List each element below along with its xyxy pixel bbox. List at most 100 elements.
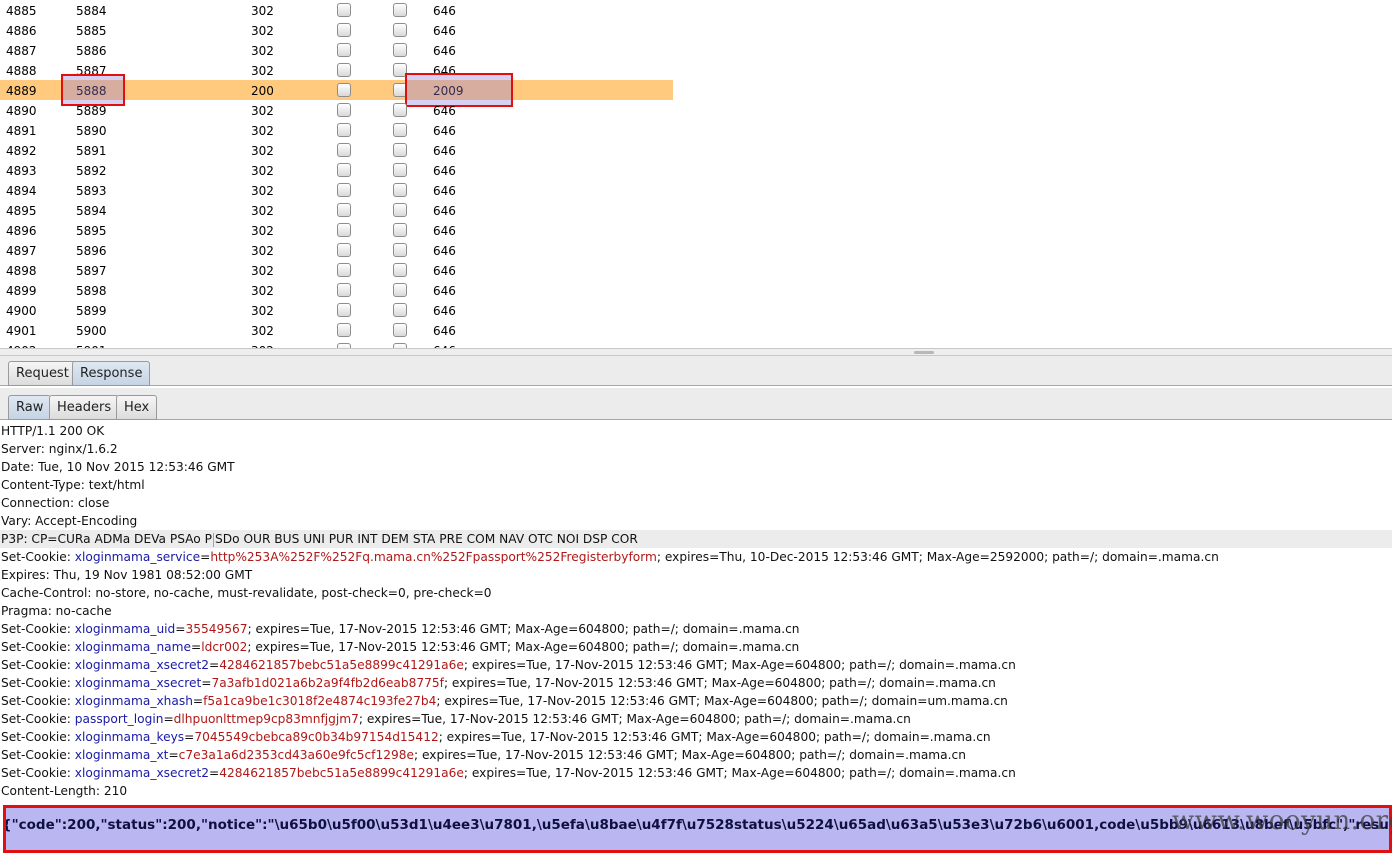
error-checkbox[interactable] bbox=[337, 203, 351, 217]
status-code: 302 bbox=[251, 124, 274, 138]
timeout-checkbox[interactable] bbox=[393, 283, 407, 297]
timeout-checkbox[interactable] bbox=[393, 223, 407, 237]
table-row[interactable]: 4885 5884 302 646 bbox=[0, 0, 673, 20]
status-code: 302 bbox=[251, 144, 274, 158]
response-length: 646 bbox=[433, 284, 456, 298]
timeout-checkbox[interactable] bbox=[393, 243, 407, 257]
results-empty-area bbox=[673, 0, 1392, 348]
error-checkbox[interactable] bbox=[337, 23, 351, 37]
timeout-checkbox[interactable] bbox=[393, 143, 407, 157]
payload-value: 5894 bbox=[76, 204, 107, 218]
view-tabbar: Raw Headers Hex bbox=[0, 388, 1392, 420]
error-checkbox[interactable] bbox=[337, 283, 351, 297]
table-row[interactable]: 4896 5895 302 646 bbox=[0, 220, 673, 240]
header-key: Set-Cookie: bbox=[1, 730, 75, 744]
table-row[interactable]: 4886 5885 302 646 bbox=[0, 20, 673, 40]
error-checkbox[interactable] bbox=[337, 163, 351, 177]
set-cookie-line: Set-Cookie: xloginmama_service=http%253A… bbox=[0, 548, 1392, 566]
error-checkbox[interactable] bbox=[337, 243, 351, 257]
set-cookie-line: Set-Cookie: xloginmama_name=ldcr002; exp… bbox=[0, 638, 1392, 656]
tab-headers[interactable]: Headers bbox=[49, 395, 120, 420]
table-row[interactable]: 4898 5897 302 646 bbox=[0, 260, 673, 280]
table-row[interactable]: 4889 5888 200 2009 bbox=[0, 73, 673, 107]
header-key: Set-Cookie: bbox=[1, 712, 75, 726]
timeout-checkbox[interactable] bbox=[393, 323, 407, 337]
tab-response[interactable]: Response bbox=[72, 361, 151, 386]
table-row[interactable]: 49025901302646 bbox=[0, 340, 673, 348]
response-length: 646 bbox=[433, 204, 456, 218]
error-checkbox[interactable] bbox=[337, 223, 351, 237]
table-row[interactable]: 4890 5889 302 646 bbox=[0, 100, 673, 120]
table-row[interactable]: 4887 5886 302 646 bbox=[0, 40, 673, 60]
response-length: 646 bbox=[433, 24, 456, 38]
request-index: 4887 bbox=[6, 44, 37, 58]
equals-sign: = bbox=[184, 730, 195, 744]
request-index: 4886 bbox=[6, 24, 37, 38]
table-row[interactable]: 4892 5891 302 646 bbox=[0, 140, 673, 160]
error-checkbox[interactable] bbox=[337, 183, 351, 197]
cookie-name: xloginmama_keys bbox=[74, 730, 185, 744]
request-index: 4901 bbox=[6, 324, 37, 338]
error-checkbox[interactable] bbox=[337, 143, 351, 157]
timeout-checkbox[interactable] bbox=[393, 103, 407, 117]
cookie-value: ldcr002 bbox=[201, 640, 248, 654]
splitter-grip-icon[interactable] bbox=[914, 351, 934, 354]
error-checkbox[interactable] bbox=[337, 83, 351, 97]
timeout-checkbox[interactable] bbox=[393, 183, 407, 197]
error-checkbox[interactable] bbox=[337, 103, 351, 117]
timeout-checkbox[interactable] bbox=[393, 263, 407, 277]
header-line: Content-Type: text/html bbox=[1, 478, 145, 492]
request-index: 4898 bbox=[6, 264, 37, 278]
tab-request[interactable]: Request bbox=[8, 361, 77, 386]
header-line: Connection: close bbox=[1, 496, 110, 510]
error-checkbox[interactable] bbox=[337, 263, 351, 277]
cookie-attributes: ; expires=Tue, 17-Nov-2015 12:53:46 GMT;… bbox=[247, 640, 800, 654]
response-length: 646 bbox=[433, 184, 456, 198]
header-key: Set-Cookie: bbox=[1, 622, 75, 636]
response-length: 646 bbox=[433, 224, 456, 238]
table-row[interactable]: 4891 5890 302 646 bbox=[0, 120, 673, 140]
timeout-checkbox[interactable] bbox=[393, 303, 407, 317]
timeout-checkbox[interactable] bbox=[393, 163, 407, 177]
cookie-attributes: ; expires=Tue, 17-Nov-2015 12:53:46 GMT;… bbox=[463, 766, 1016, 780]
timeout-checkbox[interactable] bbox=[393, 3, 407, 17]
timeout-checkbox[interactable] bbox=[393, 123, 407, 137]
cookie-value: f5a1ca9be1c3018f2e4874c193fe27b4 bbox=[203, 694, 437, 708]
cookie-attributes: ; expires=Tue, 17-Nov-2015 12:53:46 GMT;… bbox=[414, 748, 966, 762]
table-row[interactable]: 4894 5893 302 646 bbox=[0, 180, 673, 200]
table-row[interactable]: 4901 5900 302 646 bbox=[0, 320, 673, 340]
payload-value: 5896 bbox=[76, 244, 107, 258]
timeout-checkbox[interactable] bbox=[393, 23, 407, 37]
table-row[interactable]: 4900 5899 302 646 bbox=[0, 300, 673, 320]
error-checkbox[interactable] bbox=[337, 123, 351, 137]
timeout-checkbox[interactable] bbox=[393, 43, 407, 57]
error-checkbox[interactable] bbox=[337, 63, 351, 77]
header-key: Set-Cookie: bbox=[1, 550, 75, 564]
table-row[interactable]: 4899 5898 302 646 bbox=[0, 280, 673, 300]
error-checkbox[interactable] bbox=[337, 3, 351, 17]
timeout-checkbox[interactable] bbox=[393, 203, 407, 217]
pane-splitter[interactable] bbox=[0, 348, 1392, 356]
response-length: 646 bbox=[433, 4, 456, 18]
tab-hex[interactable]: Hex bbox=[116, 395, 158, 420]
status-code: 302 bbox=[251, 24, 274, 38]
header-key: Set-Cookie: bbox=[1, 766, 75, 780]
set-cookie-line: Set-Cookie: xloginmama_xsecret2=42846218… bbox=[0, 764, 1392, 782]
status-code: 302 bbox=[251, 164, 274, 178]
error-checkbox[interactable] bbox=[337, 323, 351, 337]
results-table[interactable]: 4885 5884 302 646 4886 5885 302 646 4887 5886 302 6… bbox=[0, 0, 673, 348]
error-checkbox[interactable] bbox=[337, 43, 351, 57]
cookie-name: xloginmama_service bbox=[74, 550, 201, 564]
cookie-attributes: ; expires=Tue, 17-Nov-2015 12:53:46 GMT;… bbox=[247, 622, 800, 636]
table-row[interactable]: 4893 5892 302 646 bbox=[0, 160, 673, 180]
error-checkbox[interactable] bbox=[337, 303, 351, 317]
set-cookie-line: Set-Cookie: xloginmama_xsecret2=42846218… bbox=[0, 656, 1392, 674]
tab-raw[interactable]: Raw bbox=[8, 395, 52, 420]
response-length: 646 bbox=[433, 124, 456, 138]
header-line: Cache-Control: no-store, no-cache, must-… bbox=[1, 586, 492, 600]
payload-value: 5891 bbox=[76, 144, 107, 158]
table-row[interactable]: 4895 5894 302 646 bbox=[0, 200, 673, 220]
status-line: HTTP/1.1 200 OK bbox=[1, 424, 105, 438]
table-row[interactable]: 4897 5896 302 646 bbox=[0, 240, 673, 260]
raw-response-view[interactable]: HTTP/1.1 200 OK Server: nginx/1.6.2 Date:… bbox=[0, 422, 1392, 859]
